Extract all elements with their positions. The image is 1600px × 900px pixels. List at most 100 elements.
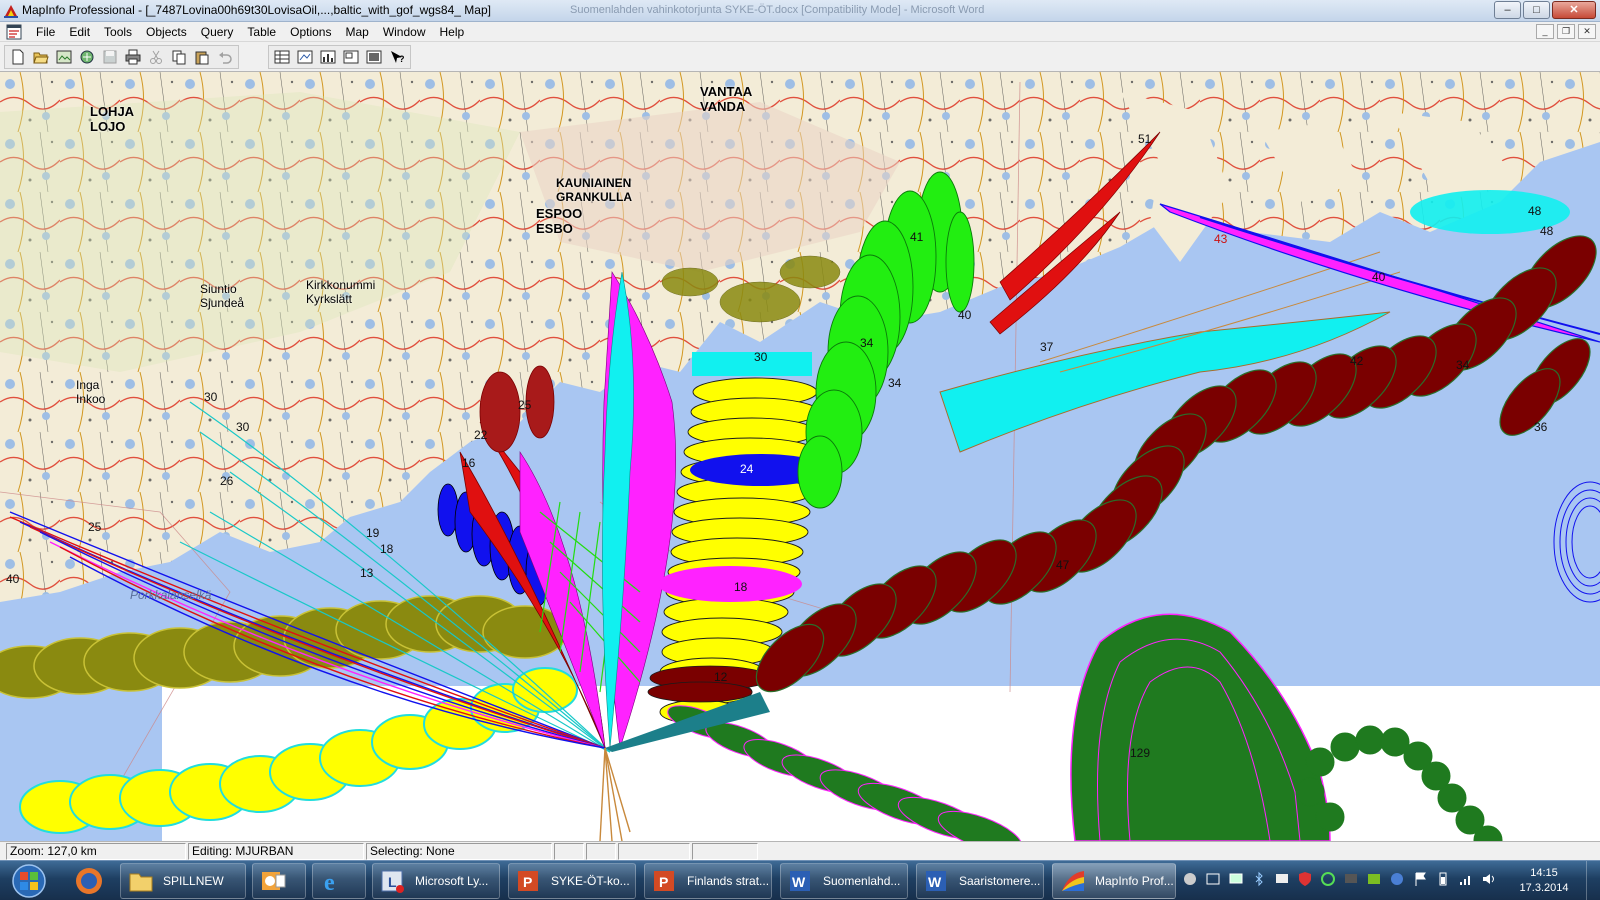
save-button[interactable] (99, 47, 121, 67)
time-label: 22 (474, 428, 488, 442)
task-spillnew[interactable]: SPILLNEW (120, 863, 246, 899)
tray-security-icon[interactable] (1389, 871, 1405, 887)
menu-query[interactable]: Query (194, 25, 241, 39)
start-button[interactable] (4, 863, 54, 899)
bluetooth-icon[interactable] (1251, 871, 1267, 887)
powerpoint-icon: P (654, 871, 674, 891)
mapinfo-app-icon[interactable] (3, 3, 19, 19)
time-label: 18 (734, 580, 748, 594)
windows-toolbar: ? (268, 45, 411, 69)
open-dbms-icon (80, 50, 94, 64)
menu-options[interactable]: Options (283, 25, 338, 39)
place-label-espoo: ESPOO ESBO (536, 206, 583, 236)
new-grapher-button[interactable] (317, 47, 339, 67)
action-center-flag-icon[interactable] (1412, 871, 1428, 887)
copy-button[interactable] (168, 47, 190, 67)
undo-icon (219, 52, 232, 64)
map-window[interactable]: LOHJA LOJO VANTAA VANDA KAUNIAINEN GRANKULL… (0, 72, 1600, 841)
task-mapinfo[interactable]: MapInfo Prof... (1052, 863, 1176, 899)
clock-date: 17.3.2014 (1519, 882, 1569, 894)
background-window-title: Suomenlahden vahinkotorjunta SYKE-ÖT.doc… (570, 4, 985, 16)
show-desktop-button[interactable] (1586, 861, 1600, 900)
tray-sync-icon[interactable] (1320, 871, 1336, 887)
editing-status[interactable]: Editing: MJURBAN (188, 843, 364, 860)
new-mapper-button[interactable] (294, 47, 316, 67)
copy-icon (172, 50, 186, 65)
child-minimize-button[interactable]: _ (1536, 24, 1554, 39)
zoom-status[interactable]: Zoom: 127,0 km (6, 843, 186, 860)
task-powerpoint-finlands[interactable]: P Finlands strat... (644, 863, 772, 899)
menu-help[interactable]: Help (433, 25, 472, 39)
time-label: 34 (860, 336, 874, 350)
tray-shield-icon[interactable] (1297, 871, 1313, 887)
open-button[interactable] (30, 47, 52, 67)
tray-network-monitor-icon[interactable] (1228, 871, 1244, 887)
tray-message-icon[interactable] (1274, 871, 1290, 887)
open-workspace-icon (56, 50, 72, 64)
svg-text:e: e (324, 870, 335, 895)
firefox-icon[interactable] (64, 863, 114, 899)
place-label-kirkkonummi: Kirkkonummi Kyrkslätt (306, 278, 376, 306)
lync-icon: L (381, 870, 404, 893)
undo-button[interactable] (214, 47, 236, 67)
tray-window-icon[interactable] (1205, 871, 1221, 887)
help-pointer-button[interactable]: ? (386, 47, 408, 67)
time-label: 18 (380, 542, 394, 556)
place-label-porkkalanselka: Porkkalanselkä (130, 588, 212, 602)
selecting-status[interactable]: Selecting: None (366, 843, 552, 860)
map-canvas[interactable] (0, 72, 1600, 841)
close-button[interactable]: ✕ (1552, 1, 1596, 19)
task-outlook[interactable] (252, 863, 306, 899)
child-close-button[interactable]: ✕ (1578, 24, 1596, 39)
paste-button[interactable] (191, 47, 213, 67)
new-redistrict-button[interactable] (363, 47, 385, 67)
menu-map[interactable]: Map (338, 25, 375, 39)
menu-edit[interactable]: Edit (62, 25, 97, 39)
menu-tools[interactable]: Tools (97, 25, 139, 39)
taskbar-clock[interactable]: 14:15 17.3.2014 (1514, 866, 1574, 896)
volume-icon[interactable] (1481, 871, 1497, 887)
task-word-saaristomere[interactable]: W Saaristomere... (916, 863, 1044, 899)
time-label: 40 (6, 572, 20, 586)
place-label-inga: Inga Inkoo (76, 378, 106, 406)
print-button[interactable] (122, 47, 144, 67)
nvidia-icon[interactable] (1366, 871, 1382, 887)
spill-magenta-bar-18 (658, 566, 802, 602)
network-signal-icon[interactable] (1458, 871, 1474, 887)
new-icon (12, 49, 24, 65)
task-powerpoint-syke[interactable]: P SYKE-ÖT-ko... (508, 863, 636, 899)
title-bar: MapInfo Professional - [_7487Lovina00h69… (0, 0, 1600, 22)
tray-app-icon[interactable] (1182, 871, 1198, 887)
menu-window[interactable]: Window (376, 25, 433, 39)
toolbar: ? (0, 42, 1600, 72)
cut-button[interactable] (145, 47, 167, 67)
map-document-icon[interactable] (6, 24, 22, 40)
time-label: 51 (1138, 132, 1152, 146)
menu-table[interactable]: Table (240, 25, 283, 39)
task-internet-explorer[interactable]: e (312, 863, 366, 899)
new-layout-button[interactable] (340, 47, 362, 67)
menu-file[interactable]: File (29, 25, 62, 39)
menu-bar: File Edit Tools Objects Query Table Opti… (0, 22, 1600, 42)
open-dbms-button[interactable] (76, 47, 98, 67)
mapinfo-icon (1062, 871, 1084, 891)
task-lync[interactable]: L Microsoft Ly... (372, 863, 500, 899)
new-button[interactable] (7, 47, 29, 67)
place-label-lohja: LOHJA LOJO (90, 104, 135, 134)
new-browser-button[interactable] (271, 47, 293, 67)
menu-objects[interactable]: Objects (139, 25, 194, 39)
maximize-button[interactable]: □ (1523, 1, 1550, 19)
time-label: 48 (1528, 204, 1542, 218)
word-icon: W (790, 871, 810, 891)
open-workspace-button[interactable] (53, 47, 75, 67)
time-label: 30 (204, 390, 218, 404)
minimize-button[interactable]: – (1494, 1, 1521, 19)
status-cell-empty (692, 843, 758, 860)
time-label: 34 (1456, 358, 1470, 372)
print-icon (125, 49, 141, 65)
place-label-siuntio: Siuntio Sjundeå (200, 282, 245, 310)
child-restore-button[interactable]: ❐ (1557, 24, 1575, 39)
battery-icon[interactable] (1435, 871, 1451, 887)
task-word-suomenlahd[interactable]: W Suomenlahd... (780, 863, 908, 899)
tray-display-icon[interactable] (1343, 871, 1359, 887)
